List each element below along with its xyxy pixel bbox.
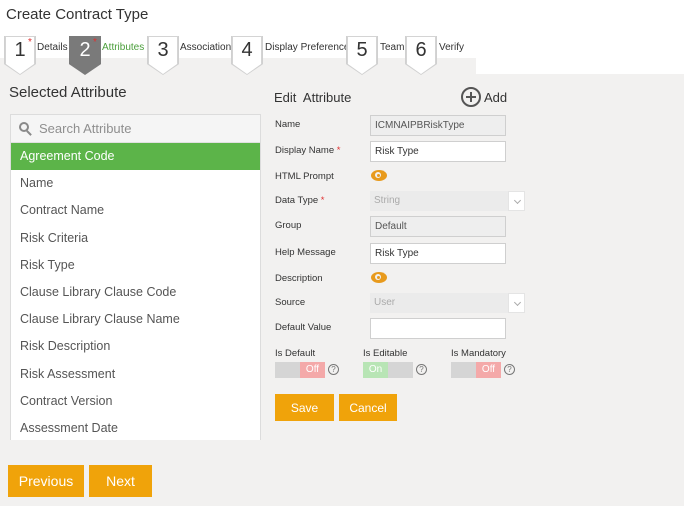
source-value: User	[374, 297, 396, 308]
cancel-button[interactable]: Cancel	[339, 394, 397, 421]
attribute-item[interactable]: Clause Library Clause Code	[11, 279, 260, 306]
step-label: Verify	[439, 42, 465, 53]
search-attribute-input[interactable]	[39, 121, 239, 136]
is-editable-label: Is Editable	[363, 348, 408, 359]
toggle-state: Off	[476, 362, 501, 378]
step-label: Attributes	[102, 42, 145, 53]
is-mandatory-toggle[interactable]: Off	[451, 362, 501, 378]
attribute-item[interactable]: Contract Version	[11, 388, 260, 415]
display-name-label: Display Name *	[275, 145, 340, 156]
save-button[interactable]: Save	[275, 394, 334, 421]
help-message-label: Help Message	[275, 247, 336, 258]
data-type-select[interactable]: String	[370, 191, 525, 211]
step-number: 3	[148, 36, 178, 74]
help-message-input[interactable]	[370, 243, 506, 264]
toggle-state: Off	[300, 362, 325, 378]
group-field: Default	[370, 216, 506, 237]
data-type-value: String	[374, 195, 401, 206]
add-attribute-button[interactable]: Add	[461, 87, 507, 107]
step-number: 5	[347, 36, 377, 74]
attribute-item[interactable]: Risk Description	[11, 333, 260, 360]
next-button[interactable]: Next	[89, 465, 152, 497]
add-label: Add	[484, 89, 508, 105]
help-icon[interactable]: ?	[504, 364, 515, 375]
name-field: ICMNAIPBRiskType	[370, 115, 506, 136]
default-value-input[interactable]	[370, 318, 506, 339]
display-name-input[interactable]	[370, 141, 506, 162]
description-label: Description	[275, 273, 323, 284]
help-icon[interactable]: ?	[328, 364, 339, 375]
is-editable-toggle[interactable]: On	[363, 362, 413, 378]
source-select[interactable]: User	[370, 293, 525, 313]
attribute-item[interactable]: Agreement Code	[11, 143, 260, 171]
attribute-item[interactable]: Risk Criteria	[11, 225, 260, 252]
attribute-item[interactable]: Risk Type	[11, 252, 260, 279]
name-label: Name	[275, 119, 301, 130]
step-label: Team	[380, 42, 405, 53]
search-icon	[19, 121, 33, 136]
attribute-item[interactable]: Risk Assessment	[11, 361, 260, 388]
toggle-state: On	[363, 362, 388, 378]
step-number: 4	[232, 36, 262, 74]
selected-attribute-title: Selected Attribute	[9, 84, 127, 101]
step-label: Display Preference	[265, 42, 350, 53]
eye-icon[interactable]	[371, 170, 387, 181]
plus-circle-icon	[461, 87, 481, 107]
step-number: 6	[406, 36, 436, 74]
previous-button[interactable]: Previous	[8, 465, 84, 497]
group-label: Group	[275, 220, 302, 231]
attribute-item[interactable]: Assessment Date	[11, 415, 260, 442]
step-label: Details	[37, 42, 68, 53]
is-default-label: Is Default	[275, 348, 316, 359]
display-name-label-text: Display Name	[275, 145, 335, 156]
is-mandatory-label: Is Mandatory	[451, 348, 506, 359]
required-mark: *	[320, 195, 325, 206]
html-prompt-label: HTML Prompt	[275, 171, 334, 182]
chevron-down-icon	[508, 293, 525, 313]
edit-attribute-title: Edit Attribute	[274, 90, 352, 105]
step-label: Association	[180, 42, 232, 53]
attribute-item[interactable]: Clause Library Clause Name	[11, 306, 260, 333]
source-label: Source	[275, 297, 306, 308]
eye-icon[interactable]	[371, 272, 387, 283]
data-type-label: Data Type *	[275, 195, 324, 206]
attribute-item[interactable]: Name	[11, 170, 260, 197]
page-title: Create Contract Type	[6, 6, 149, 23]
required-mark: *	[93, 37, 97, 48]
required-mark: *	[28, 37, 32, 48]
chevron-down-icon	[508, 191, 525, 211]
required-mark: *	[336, 145, 341, 156]
attribute-search	[11, 115, 260, 143]
wizard-steps: 1 * Details 2 * Attributes 3 Association…	[0, 36, 476, 75]
is-default-toggle[interactable]: Off	[275, 362, 325, 378]
attribute-item[interactable]: Contract Name	[11, 197, 260, 224]
help-icon[interactable]: ?	[416, 364, 427, 375]
attribute-list: Agreement Code Name Contract Name Risk C…	[11, 143, 260, 442]
attribute-list-panel: Agreement Code Name Contract Name Risk C…	[10, 114, 261, 440]
data-type-label-text: Data Type	[275, 195, 319, 206]
default-value-label: Default Value	[275, 322, 332, 333]
